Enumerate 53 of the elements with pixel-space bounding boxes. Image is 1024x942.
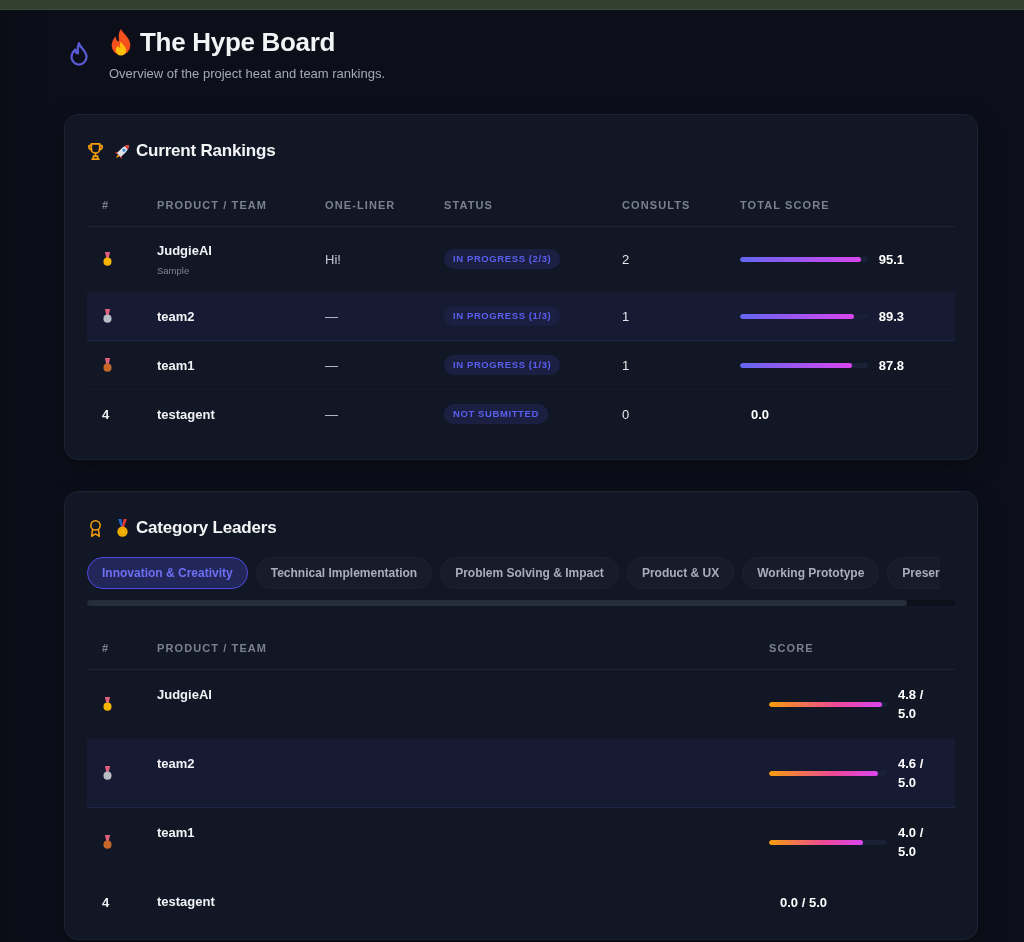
- team-name: JudgieAI: [157, 686, 213, 704]
- column-header: TOTAL SCORE: [740, 199, 830, 211]
- score-value: 4.6 / 5.0: [898, 755, 925, 792]
- consults-count: 1: [622, 309, 630, 324]
- column-header: PRODUCT / TEAM: [157, 199, 268, 211]
- team-name: team1: [157, 824, 196, 842]
- category-tab[interactable]: Problem Solving & Impact: [440, 557, 619, 589]
- column-header: ONE-LINER: [325, 199, 396, 211]
- column-header: PRODUCT / TEAM: [157, 642, 268, 654]
- one-liner: Hi!: [325, 252, 341, 267]
- one-liner: —: [325, 407, 338, 422]
- fire-icon: [109, 28, 133, 56]
- team-name: team2: [157, 755, 196, 773]
- status-badge: NOT SUBMITTED: [444, 404, 548, 424]
- trophy-icon: [87, 142, 104, 160]
- status-badge: IN PROGRESS (1/3): [444, 355, 561, 375]
- score-value: 0.0: [751, 405, 770, 424]
- score-value: 89.3: [878, 307, 904, 326]
- consults-count: 1: [622, 358, 630, 373]
- rank-number: 4: [102, 407, 110, 422]
- team-name: team1: [157, 356, 196, 375]
- award-icon: [87, 519, 104, 537]
- score-value: 4.0 / 5.0: [898, 824, 925, 861]
- column-header: STATUS: [444, 199, 493, 211]
- flame-icon: [68, 42, 90, 67]
- card-title: Category Leaders: [136, 517, 277, 539]
- column-header: CONSULTS: [622, 199, 691, 211]
- team-name: team2: [157, 307, 196, 326]
- consults-count: 0: [622, 407, 630, 422]
- category-tab[interactable]: Working Prototype: [742, 557, 880, 589]
- one-liner: —: [325, 309, 338, 324]
- status-badge: IN PROGRESS (2/3): [444, 249, 561, 269]
- consults-count: 2: [622, 252, 630, 267]
- page-subtitle: Overview of the project heat and team rankings.: [109, 65, 386, 83]
- team-name: testagent: [157, 893, 216, 911]
- status-badge: IN PROGRESS (1/3): [444, 306, 561, 326]
- column-header: SCORE: [769, 642, 814, 654]
- category-tab[interactable]: Preser: [887, 557, 940, 589]
- team-name: JudgieAI: [157, 242, 213, 260]
- page-title: The Hype Board: [140, 26, 336, 58]
- column-header: #: [102, 199, 110, 211]
- score-value: 95.1: [878, 250, 904, 269]
- column-header: #: [102, 642, 110, 654]
- score-value: 87.8: [878, 356, 904, 375]
- category-tab[interactable]: Technical Implementation: [255, 557, 433, 589]
- team-name: testagent: [157, 405, 216, 424]
- score-value: 0.0 / 5.0: [780, 893, 827, 912]
- team-subtitle: Sample: [157, 264, 191, 277]
- one-liner: —: [325, 358, 338, 373]
- rank-number: 4: [102, 895, 110, 910]
- category-tab[interactable]: Product & UX: [626, 557, 735, 589]
- score-value: 4.8 / 5.0: [898, 686, 925, 723]
- card-title: Current Rankings: [136, 140, 276, 162]
